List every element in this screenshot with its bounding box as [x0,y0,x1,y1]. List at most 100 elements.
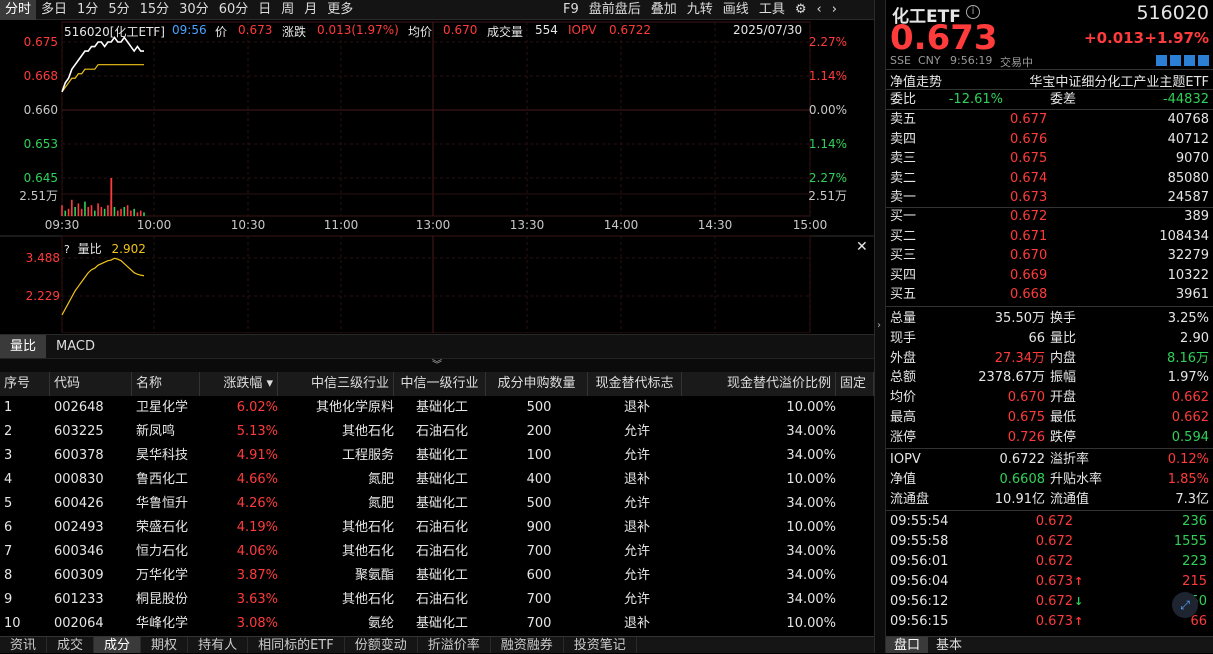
edit-icon[interactable] [1156,55,1167,66]
period-tab-1[interactable]: 多日 [36,0,72,20]
table-cell: 卫星化学 [136,400,189,415]
bottom-tab-0[interactable]: 资讯 [0,637,48,653]
ask-price: 0.675 [1010,151,1048,166]
tool-button-3[interactable]: 九转 [682,0,718,20]
indicator-tab-0[interactable]: 量比 [0,335,47,358]
table-cell: 5.13% [236,424,278,439]
column-header[interactable]: 涨跌幅 ▾ [204,372,278,396]
table-cell: 000830 [54,472,104,487]
bid-label: 买二 [890,228,917,244]
column-header[interactable]: 现金替代溢价比例 [686,372,836,396]
period-tab-7[interactable]: 日 [253,0,276,20]
bottom-tab-4[interactable]: 持有人 [188,637,249,653]
table-row[interactable]: 4 000830 鲁西化工 4.66% 氮肥 基础化工 400 退补 10.00% [0,468,874,492]
stat-label: 总额 [890,370,917,386]
volume-bar [143,212,145,216]
panel-divider[interactable]: › [874,0,886,653]
bottom-tab-6[interactable]: 份额变动 [345,637,418,653]
stat-label: 量比 [1050,330,1077,346]
indicator-tabs: 量比 MACD [0,334,874,358]
period-tab-4[interactable]: 15分 [135,0,175,20]
quote-price: 0.673 [890,18,998,58]
quote-tab-0[interactable]: 盘口 [886,637,929,653]
period-tab-10[interactable]: 更多 [322,0,358,20]
bottom-tab-1[interactable]: 成交 [47,637,95,653]
bottom-tab-8[interactable]: 融资融券 [491,637,564,653]
weidiff-value: -44832 [1162,92,1209,107]
column-header[interactable]: 名称 [136,372,200,396]
volume-bar [80,208,83,216]
intraday-chart[interactable]: 0.675 0.668 0.660 0.653 0.645 2.51万 2.27% 1.14%… [0,20,874,333]
quote-tab-1[interactable]: 基本 [928,637,970,653]
period-tab-2[interactable]: 1分 [72,0,103,20]
info-icon[interactable]: i [966,5,980,19]
more-icon[interactable] [1198,55,1209,66]
bottom-tab-7[interactable]: 折溢价率 [418,637,491,653]
table-row[interactable]: 9 601233 桐昆股份 3.63% 其他石化 石油石化 700 允许 34.00% [0,588,874,612]
volume-bar [90,205,93,216]
table-row[interactable]: 6 002493 荣盛石化 4.19% 其他石化 石油石化 900 退补 10.00% [0,516,874,540]
help-icon[interactable]: ? [64,243,70,256]
expand-icon[interactable]: ︾ [0,358,874,372]
bottom-tab-2[interactable]: 成分 [94,637,142,653]
stat-label: 跌停 [1050,429,1077,445]
period-tab-6[interactable]: 60分 [214,0,254,20]
stat-value: 2.90 [1180,330,1209,346]
nav-trend-link[interactable]: 净值走势 [890,71,942,90]
chevron-right-icon[interactable]: › [827,0,842,20]
stat-label: 振幅 [1050,370,1077,386]
price-axis-label: 0.668 [24,69,58,83]
column-header[interactable]: 代码 [54,372,132,396]
settings-icon[interactable]: ⚙ [790,0,812,20]
quote-tools [1156,55,1209,66]
column-header[interactable]: 序号 [4,372,50,396]
bid-price: 0.671 [1010,228,1048,244]
period-tab-9[interactable]: 月 [299,0,322,20]
table-row[interactable]: 5 600426 华鲁恒升 4.26% 氮肥 基础化工 500 允许 34.00% [0,492,874,516]
ask-label: 卖一 [890,190,917,205]
bid-label: 买四 [890,267,917,283]
bottom-tab-5[interactable]: 相同标的ETF [248,637,345,653]
chevron-right-icon[interactable]: › [877,320,881,331]
chevron-left-icon[interactable]: ‹ [811,0,826,20]
period-tab-8[interactable]: 周 [276,0,299,20]
table-cell: 4.19% [236,520,278,535]
table-cell: 其他石化 [341,544,394,559]
column-header[interactable]: 中信三级行业 [282,372,394,396]
table-cell: 10.00% [786,520,836,535]
tool-button-0[interactable]: F9 [558,0,584,20]
column-header[interactable]: 中信一级行业 [398,372,486,396]
ask-label: 卖三 [890,151,917,166]
table-row[interactable]: 2 603225 新凤鸣 5.13% 其他石化 石油石化 200 允许 34.00% [0,420,874,444]
table-row[interactable]: 3 600378 昊华科技 4.91% 工程服务 基础化工 100 允许 34.00% [0,444,874,468]
tick-row: 09:56:04 0.673 ↑ 215 [886,572,1213,592]
bottom-tab-9[interactable]: 投资笔记 [564,637,637,653]
tool-button-1[interactable]: 盘前盘后 [584,0,646,20]
stat-value: 2378.67万 [978,370,1045,386]
period-tab-3[interactable]: 5分 [103,0,134,20]
table-row[interactable]: 7 600346 恒力石化 4.06% 其他石化 石油石化 700 允许 34.00% [0,540,874,564]
link-icon[interactable] [1184,55,1195,66]
period-tab-5[interactable]: 30分 [174,0,214,20]
pin-icon[interactable] [1170,55,1181,66]
tool-button-5[interactable]: 工具 [754,0,790,20]
tool-button-2[interactable]: 叠加 [646,0,682,20]
table-row[interactable]: 8 600309 万华化学 3.87% 聚氨酯 基础化工 600 允许 34.00% [0,564,874,588]
table-cell: 600378 [54,448,104,463]
table-cell: 鲁西化工 [136,472,189,487]
weidiff-label: 委差 [1050,92,1077,107]
column-header[interactable]: 现金替代标志 [592,372,682,396]
close-icon[interactable]: ✕ [856,239,868,255]
column-header[interactable]: 成分申购数量 [490,372,588,396]
indicator-tab-1[interactable]: MACD [46,335,105,358]
expand-arrows-icon[interactable]: ⤢ [1172,592,1198,618]
table-row[interactable]: 1 002648 卫星化学 6.02% 其他化学原料 基础化工 500 退补 10.00% [0,396,874,420]
table-row[interactable]: 10 002064 华峰化学 3.08% 氨纶 基础化工 700 退补 10.00% [0,612,874,636]
period-tab-0[interactable]: 分时 [0,0,37,20]
tool-button-4[interactable]: 画线 [718,0,754,20]
bid-row: 买五 0.668 3961 [886,285,1213,305]
stat-row: 外盘 27.34万 内盘 8.16万 [886,349,1213,369]
stat-row: 净值 0.6608 升贴水率 1.85% [886,470,1213,490]
column-header[interactable]: 固定 [840,372,874,396]
bottom-tab-3[interactable]: 期权 [141,637,189,653]
